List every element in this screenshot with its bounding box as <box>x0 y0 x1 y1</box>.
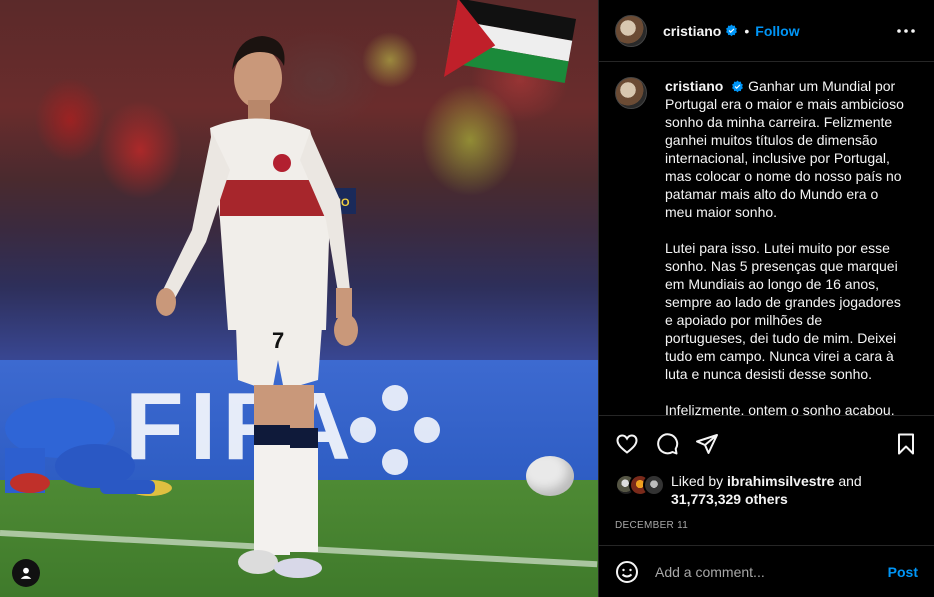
post-header: cristiano • Follow <box>599 0 934 62</box>
avatar[interactable] <box>615 14 647 47</box>
caption-text: cristiano Ganhar um Mundial por Portugal… <box>665 77 905 415</box>
caption-username[interactable]: cristiano <box>665 78 723 94</box>
post-modal: FIFA NO 7 cristiano • Follow cristiano G… <box>0 0 934 597</box>
post-image[interactable]: FIFA NO 7 <box>0 0 598 597</box>
liked-by-and: and <box>838 473 862 489</box>
save-button[interactable] <box>894 432 918 456</box>
shorts-number: 7 <box>272 328 284 353</box>
caption-area[interactable]: cristiano Ganhar um Mundial por Portugal… <box>599 63 934 415</box>
football <box>526 456 574 496</box>
liker-avatar <box>643 474 665 496</box>
likes-summary[interactable]: Liked by ibrahimsilvestre and 31,773,329… <box>599 472 934 510</box>
bookmark-icon <box>898 433 914 455</box>
post-sidebar: cristiano • Follow cristiano Ganhar um M… <box>598 0 934 597</box>
post-date[interactable]: DECEMBER 11 <box>599 510 934 550</box>
action-bar <box>599 416 934 472</box>
caption-paragraph: Infelizmente, ontem o sonho acabou. <box>665 402 895 415</box>
follow-button[interactable]: Follow <box>755 23 799 39</box>
comment-input[interactable] <box>655 563 888 580</box>
profile-icon <box>20 567 32 579</box>
more-options-button[interactable] <box>894 19 918 43</box>
share-icon <box>696 434 718 454</box>
like-button[interactable] <box>615 432 639 456</box>
heart-icon <box>616 434 638 454</box>
comment-button[interactable] <box>655 432 679 456</box>
liker-avatars <box>615 474 665 498</box>
verified-badge-icon <box>732 80 744 93</box>
share-button[interactable] <box>695 432 719 456</box>
caption-paragraph: Ganhar um Mundial por Portugal era o mai… <box>665 78 904 220</box>
player-figure: NO 7 <box>156 36 358 578</box>
caption-avatar[interactable] <box>615 77 647 109</box>
emoji-icon[interactable] <box>615 560 639 584</box>
username-link[interactable]: cristiano <box>663 23 721 39</box>
comment-icon <box>657 433 679 455</box>
comment-bar: Post <box>599 545 934 597</box>
post-comment-button[interactable]: Post <box>888 564 918 580</box>
liked-by-user-link[interactable]: ibrahimsilvestre <box>727 473 834 489</box>
likes-text: Liked by ibrahimsilvestre and 31,773,329… <box>671 472 862 508</box>
liked-by-prefix: Liked by <box>671 473 724 489</box>
tagged-profile-button[interactable] <box>12 559 40 587</box>
caption-paragraph: Lutei para isso. Lutei muito por esse so… <box>665 240 901 382</box>
separator-dot: • <box>744 22 750 39</box>
post-footer: Liked by ibrahimsilvestre and 31,773,329… <box>599 415 934 550</box>
verified-badge-icon <box>726 24 738 37</box>
others-count-link[interactable]: 31,773,329 others <box>671 491 788 507</box>
more-horizontal-icon <box>897 28 915 33</box>
